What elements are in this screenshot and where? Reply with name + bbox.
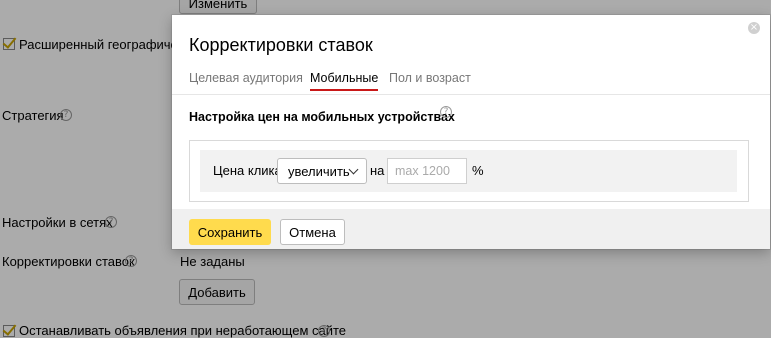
mobile-adjustment-row: Цена клика увеличить на %: [200, 150, 737, 192]
modal-tabs: Целевая аудитория Мобильные Пол и возрас…: [189, 71, 749, 93]
section-help-icon[interactable]: ?: [440, 106, 452, 118]
tabs-divider: [172, 94, 770, 95]
close-icon[interactable]: ×: [748, 22, 760, 34]
save-button[interactable]: Сохранить: [189, 219, 271, 245]
modal-footer: Сохранить Отмена: [172, 209, 770, 249]
section-title: Настройка цен на мобильных устройствах: [189, 110, 455, 124]
bid-adjustments-modal: Корректировки ставок × Целевая аудитория…: [172, 15, 770, 249]
chevron-down-icon: [348, 164, 359, 175]
cancel-button[interactable]: Отмена: [280, 219, 345, 245]
modal-title: Корректировки ставок: [189, 35, 373, 55]
tab-target-audience[interactable]: Целевая аудитория: [189, 71, 303, 85]
mobile-adjustment-panel: Цена клика увеличить на %: [189, 140, 749, 202]
percent-unit: %: [472, 163, 484, 178]
preposition-label: на: [370, 163, 385, 178]
mode-select[interactable]: увеличить: [277, 158, 367, 184]
mode-select-value: увеличить: [288, 164, 350, 179]
tab-mobile[interactable]: Мобильные: [310, 71, 379, 91]
tab-gender-age[interactable]: Пол и возраст: [389, 71, 471, 85]
price-label: Цена клика: [213, 163, 282, 178]
section-title-text: Настройка цен на мобильных устройствах: [189, 110, 455, 124]
amount-input[interactable]: [387, 158, 467, 184]
